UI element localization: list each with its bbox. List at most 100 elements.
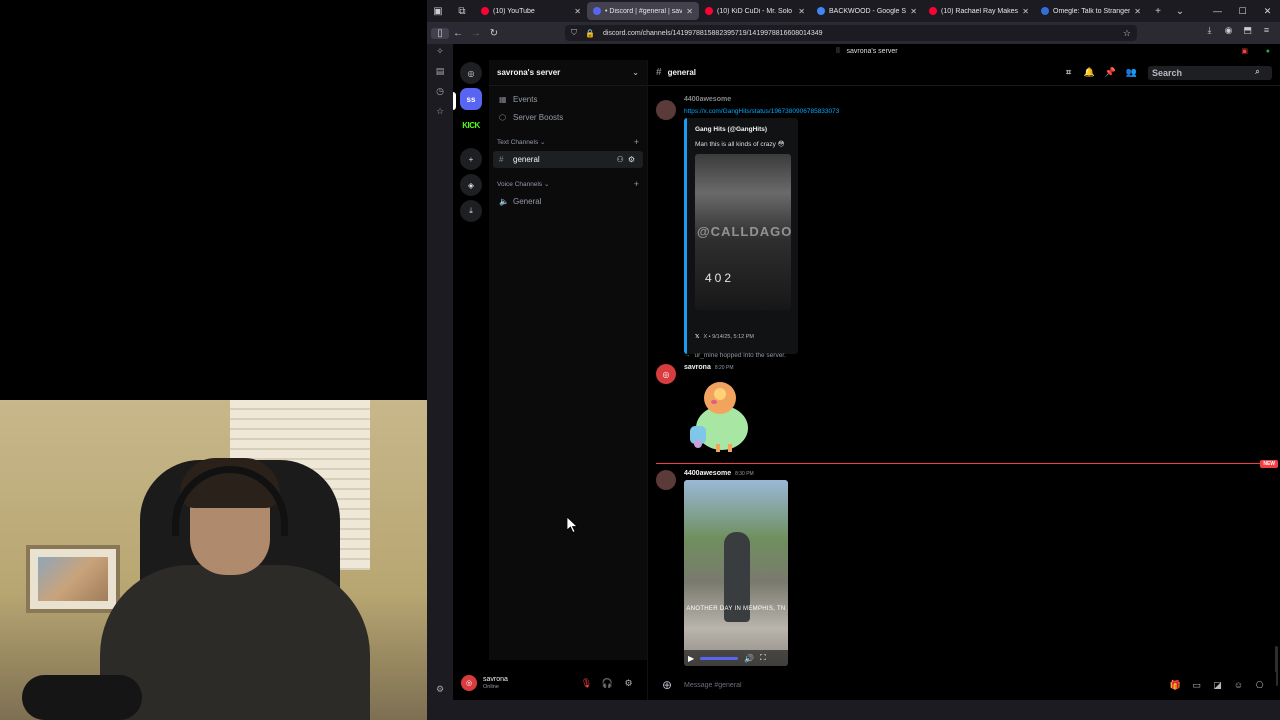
ai-chat-icon[interactable]: ✧ — [427, 46, 453, 64]
browser-tab[interactable]: (10) YouTube ✕ — [475, 2, 587, 20]
tab-favicon-icon — [593, 7, 601, 15]
apps-icon[interactable]: ⎔ — [1249, 680, 1270, 691]
nav-item-server-boosts[interactable]: ⬡ Server Boosts — [493, 109, 643, 126]
close-tab-icon[interactable]: ✕ — [574, 7, 581, 16]
create-channel-icon[interactable]: + — [634, 137, 639, 147]
avatar[interactable]: ◎ — [461, 675, 477, 691]
hashtag-icon: # — [499, 155, 504, 164]
channel-settings-icon[interactable]: ⚙ — [628, 155, 635, 164]
gift-icon[interactable]: 🎁 — [1165, 680, 1186, 691]
close-tab-icon[interactable]: ✕ — [798, 7, 805, 16]
download-icon[interactable]: ⤓ — [1200, 25, 1219, 36]
avatar[interactable] — [656, 100, 676, 120]
sidebar-toggle-icon[interactable]: ▣ — [427, 2, 449, 20]
browser-tab[interactable]: BACKWOOD - Google Search✕ — [811, 2, 923, 20]
download-apps-icon[interactable]: ⤓ — [460, 200, 482, 222]
user-settings-icon[interactable]: ⚙ — [618, 678, 639, 689]
url-bar[interactable]: ⛉ 🔒 discord.com/channels/141997881588239… — [565, 25, 1137, 41]
fullscreen-icon[interactable]: ⛶ — [760, 653, 766, 663]
browser-tab[interactable]: Omegle: Talk to Strangers wit✕ — [1035, 2, 1147, 20]
mic-muted-icon[interactable]: 🎙 — [576, 678, 597, 689]
video-progress[interactable] — [700, 656, 739, 660]
bookmark-star-icon[interactable]: ☆ — [1123, 28, 1131, 39]
sidebar-icon[interactable]: ▯ — [431, 27, 449, 39]
invite-icon[interactable]: ⚇ — [617, 155, 624, 164]
system-join-message: → ur_mine hopped into the server. — [684, 352, 786, 359]
discover-icon[interactable]: ◈ — [460, 174, 482, 196]
headphones-icon[interactable]: 🎧 — [597, 678, 618, 689]
nav-item-events[interactable]: ▦ Events — [493, 91, 643, 108]
hashtag-icon: # — [656, 67, 662, 78]
avatar[interactable]: ◎ — [656, 364, 676, 384]
avatar[interactable] — [656, 470, 676, 490]
user-status: Online — [483, 684, 499, 690]
channel-general[interactable]: # general ⚇ ⚙ — [493, 151, 643, 168]
close-tab-icon[interactable]: ✕ — [910, 7, 917, 16]
notification-bell-icon[interactable]: 🔔 — [1079, 67, 1100, 78]
tab-overflow-chevron-icon[interactable]: ⌄ — [1169, 2, 1191, 20]
message-author[interactable]: 4400awesome — [684, 96, 731, 103]
bird-sticker[interactable] — [684, 380, 754, 454]
message-input[interactable] — [684, 681, 1165, 689]
back-icon[interactable]: ← — [449, 28, 467, 39]
voice-channel-general[interactable]: 🔈 General — [493, 193, 643, 210]
tab-label: • Discord | #general | savrona's — [605, 7, 683, 15]
video-attachment[interactable]: ANOTHER DAY IN MEMPHIS, TN ▶ 🔊 ⛶ — [684, 480, 788, 666]
message-author[interactable]: savrona 8:20 PM — [684, 364, 733, 371]
shield-icon[interactable]: ⛉ — [571, 28, 577, 38]
inbox-icon[interactable]: ▣ — [1241, 44, 1248, 60]
account-icon[interactable]: ◉ — [1219, 25, 1238, 36]
search-input[interactable]: Search ⌕ — [1148, 65, 1272, 80]
tab-label: (10) Rachael Ray Makes Spicy — [941, 7, 1019, 15]
history-icon[interactable]: ◷ — [427, 86, 453, 104]
browser-tab[interactable]: (10) Rachael Ray Makes Spicy✕ — [923, 2, 1035, 20]
server-icon-savrona[interactable]: ss — [460, 88, 482, 110]
search-icon: ⌕ — [1255, 66, 1260, 76]
close-window-icon[interactable]: ✕ — [1255, 6, 1280, 17]
direct-messages-icon[interactable]: ◎ — [460, 62, 482, 84]
member-list-icon[interactable]: 👥 — [1121, 67, 1142, 78]
embed-author[interactable]: Gang Hits (@GangHits) — [695, 126, 767, 133]
forward-icon[interactable]: → — [467, 28, 485, 39]
tab-list-icon[interactable]: ⧉ — [449, 2, 475, 20]
maximize-icon[interactable]: ☐ — [1230, 6, 1255, 17]
wall-painting — [26, 545, 120, 613]
lock-icon[interactable]: 🔒 — [585, 29, 595, 38]
play-icon[interactable]: ▶ — [688, 654, 694, 663]
kick-server-icon[interactable]: KICK — [460, 114, 482, 136]
add-server-icon[interactable]: + — [460, 148, 482, 170]
volume-icon[interactable]: 🔊 — [744, 654, 754, 663]
reload-icon[interactable]: ↻ — [485, 28, 503, 39]
sticker-icon[interactable]: ◪ — [1207, 680, 1228, 691]
extensions-icon[interactable]: ⬒ — [1238, 25, 1257, 36]
close-tab-icon[interactable]: ✕ — [1134, 7, 1141, 16]
pin-icon[interactable]: 📌 — [1100, 67, 1121, 78]
synced-tabs-icon[interactable]: ▤ — [427, 66, 453, 84]
text-channels-category[interactable]: Text Channels ⌄ + — [489, 134, 647, 150]
minimize-icon[interactable]: — — [1205, 6, 1230, 16]
create-voice-channel-icon[interactable]: + — [634, 179, 639, 189]
message-author[interactable]: 4400awesome 8:30 PM — [684, 470, 754, 477]
close-tab-icon[interactable]: ✕ — [686, 7, 693, 16]
nav-item-label: Events — [513, 95, 538, 104]
category-label: Voice Channels ⌄ — [497, 181, 550, 188]
gif-icon[interactable]: ▭ — [1186, 680, 1207, 691]
embed-image[interactable]: @CALLDAGO 402 — [695, 154, 791, 310]
message-link[interactable]: https://x.com/GangHits/status/1967380906… — [684, 108, 839, 115]
browser-tab[interactable]: (10) KiD CuDi - Mr. Solo Dolo ✕ — [699, 2, 811, 20]
voice-channels-category[interactable]: Voice Channels ⌄ + — [489, 176, 647, 192]
bookmarks-icon[interactable]: ☆ — [427, 106, 453, 124]
server-list: ◎ ss KICK + ◈ ⤓ — [453, 60, 489, 700]
customize-sidebar-icon[interactable]: ⚙ — [427, 684, 453, 702]
browser-tab[interactable]: • Discord | #general | savrona's✕ — [587, 2, 699, 20]
server-header[interactable]: savrona's server ⌄ — [489, 60, 647, 86]
threads-icon[interactable]: ⌗ — [1058, 67, 1079, 78]
new-tab-icon[interactable]: + — [1147, 2, 1169, 20]
nav-item-label: Server Boosts — [513, 113, 564, 122]
emoji-icon[interactable]: ☺ — [1228, 680, 1249, 691]
close-tab-icon[interactable]: ✕ — [1022, 7, 1029, 16]
menu-icon[interactable]: ≡ — [1257, 25, 1276, 36]
help-icon[interactable]: ● — [1266, 44, 1270, 60]
add-attachment-icon[interactable]: ⊕ — [662, 678, 678, 692]
user-name: savrona — [483, 676, 508, 683]
